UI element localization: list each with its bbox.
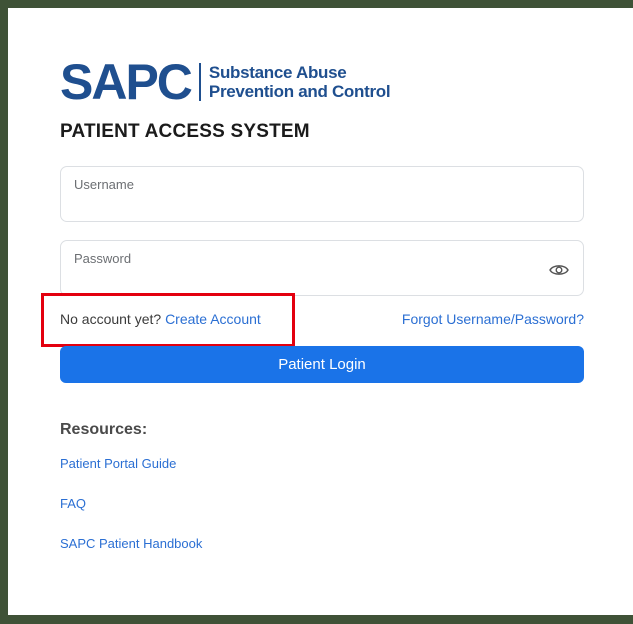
page-title: PATIENT ACCESS SYSTEM: [60, 121, 310, 142]
sapc-logo: SAPC Substance Abuse Prevention and Cont…: [60, 52, 391, 112]
resource-link-faq[interactable]: FAQ: [60, 496, 86, 511]
no-account-prompt: No account yet?: [60, 311, 166, 327]
logo-mark: SAPC: [60, 54, 193, 110]
eye-icon[interactable]: [549, 263, 569, 277]
username-label: Username: [74, 177, 134, 192]
password-input[interactable]: [73, 269, 557, 291]
forgot-credentials-link[interactable]: Forgot Username/Password?: [402, 311, 584, 327]
outer-frame: SAPC Substance Abuse Prevention and Cont…: [0, 0, 633, 624]
resource-link-handbook[interactable]: SAPC Patient Handbook: [60, 536, 202, 551]
password-field[interactable]: Password: [60, 240, 584, 296]
logo-text: Substance Abuse Prevention and Control: [208, 63, 391, 101]
resources-heading: Resources:: [60, 421, 148, 438]
resource-link-portal-guide[interactable]: Patient Portal Guide: [60, 456, 176, 471]
logo-divider: [198, 63, 201, 101]
username-field[interactable]: Username: [60, 166, 584, 222]
patient-login-button[interactable]: Patient Login: [60, 346, 584, 383]
logo-line-1: Substance Abuse: [208, 63, 347, 82]
password-label: Password: [74, 251, 132, 266]
account-links-row: No account yet? Create Account Forgot Us…: [60, 311, 584, 331]
no-account-text: No account yet? Create Account: [60, 311, 261, 327]
create-account-link[interactable]: Create Account: [165, 311, 261, 327]
login-card: SAPC Substance Abuse Prevention and Cont…: [8, 8, 633, 615]
logo-line-2: Prevention and Control: [208, 82, 391, 101]
username-input[interactable]: [73, 195, 557, 217]
